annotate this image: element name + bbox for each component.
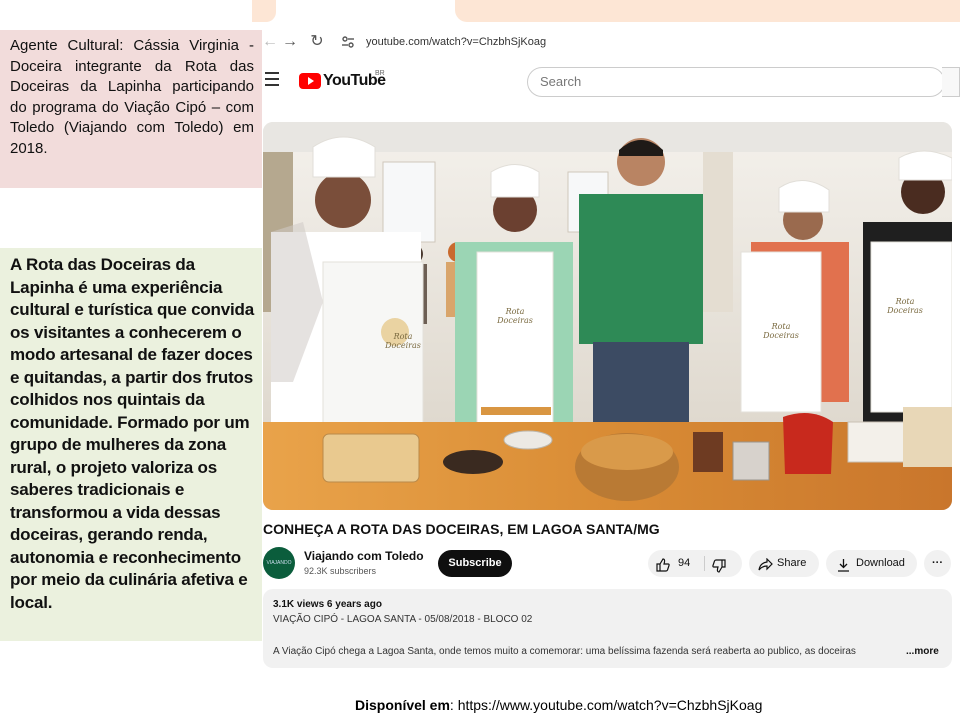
browser-tab-active[interactable] [455, 0, 960, 22]
country-code: BR [375, 70, 385, 77]
forward-arrow-icon[interactable]: → [278, 30, 302, 54]
site-settings-icon[interactable] [340, 34, 356, 50]
play-triangle-icon [308, 77, 314, 85]
caption-agent: Agente Cultural: Cássia Virginia - Docei… [0, 30, 262, 188]
download-label: Download [856, 557, 905, 569]
more-options-button[interactable]: ··· [924, 550, 951, 577]
source-url[interactable]: https://www.youtube.com/watch?v=ChzbhSjK… [458, 697, 763, 713]
browser-tab[interactable] [252, 0, 276, 22]
caption-description: A Rota das Doceiras da Lapinha é uma exp… [0, 248, 262, 641]
show-more-link[interactable]: ...more [906, 646, 939, 657]
apron-logo: Rota Doceiras [385, 332, 421, 350]
thumbs-up-icon[interactable] [656, 556, 670, 572]
like-dislike-group: 94 [648, 550, 742, 577]
video-player[interactable]: Rota Doceiras Rota Doceiras Rota Doceira… [263, 122, 952, 510]
subscriber-count: 92.3K subscribers [304, 566, 377, 576]
share-label: Share [777, 557, 807, 569]
description-text: A Viação Cipó chega a Lagoa Santa, onde … [273, 646, 856, 657]
thumbs-down-icon[interactable] [712, 557, 726, 573]
source-label: Disponível em [355, 697, 450, 713]
search-input[interactable]: Search [527, 67, 945, 97]
like-count[interactable]: 94 [678, 550, 690, 577]
channel-name[interactable]: Viajando com Toledo [304, 549, 424, 563]
share-arrow-icon [758, 556, 773, 571]
hamburger-menu-icon[interactable] [265, 72, 281, 86]
address-bar[interactable]: youtube.com/watch?v=ChzbhSjKoag [366, 30, 606, 54]
source-line: Disponível em: https://www.youtube.com/w… [355, 697, 763, 713]
share-button[interactable]: Share [749, 550, 819, 577]
subscribe-button[interactable]: Subscribe [438, 550, 512, 577]
reload-icon[interactable]: ↻ [305, 30, 329, 54]
apron-logo: Rota Doceiras [887, 297, 923, 315]
like-divider [704, 556, 705, 571]
video-title: CONHEÇA A ROTA DAS DOCEIRAS, EM LAGOA SA… [263, 521, 660, 537]
download-icon [837, 556, 850, 572]
description-tags: VIAÇÃO CIPÓ - LAGOA SANTA - 05/08/2018 -… [273, 614, 533, 625]
apron-logo: Rota Doceiras [497, 307, 533, 325]
view-count-date: 3.1K views 6 years ago [273, 599, 382, 610]
download-button[interactable]: Download [826, 550, 917, 577]
search-button[interactable] [942, 67, 960, 97]
apron-logo: Rota Doceiras [763, 322, 799, 340]
channel-avatar[interactable]: VIAJANDO COM TOLEDO [263, 547, 295, 579]
video-frame-image [263, 122, 952, 510]
